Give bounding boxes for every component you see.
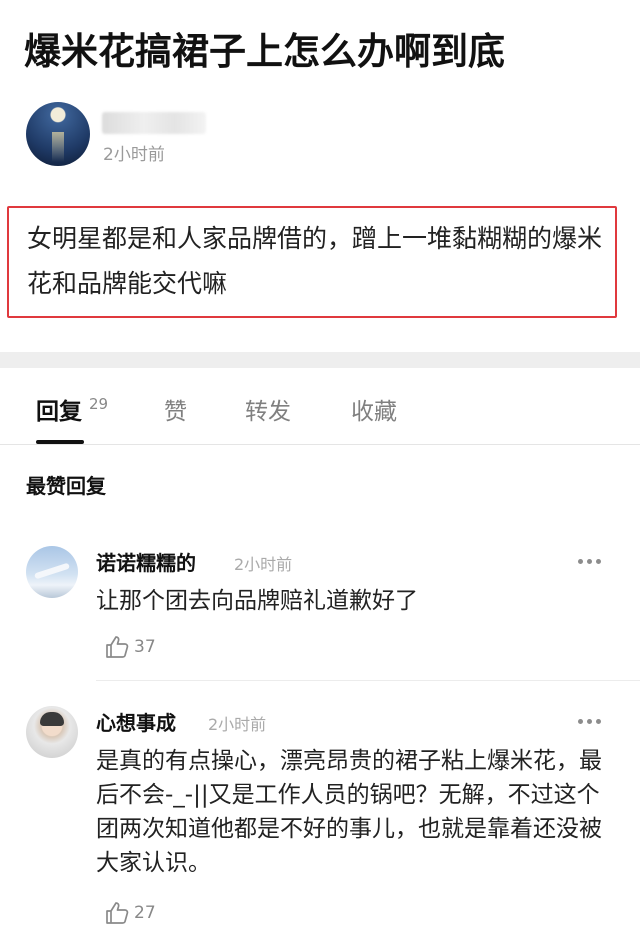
- thumbs-up-icon: [106, 902, 129, 924]
- like-count: 37: [134, 637, 156, 657]
- comment-time: 2小时前: [234, 555, 293, 574]
- thumbs-up-icon: [106, 636, 129, 658]
- section-divider: [0, 352, 640, 368]
- post-time: 2小时前: [103, 145, 165, 165]
- tab-reposts[interactable]: 转发: [245, 392, 291, 426]
- comment-separator: [96, 680, 640, 681]
- comment-avatar[interactable]: [26, 546, 78, 598]
- comment-text: 让那个团去向品牌赔礼道歉好了: [96, 588, 418, 614]
- comment-text: 是真的有点操心，漂亮昂贵的裙子粘上爆米花，最后不会-_-||又是工作人员的锅吧？…: [96, 748, 602, 876]
- post-title: 爆米花搞裙子上怎么办啊到底: [24, 30, 505, 73]
- tab-replies-count: 29: [89, 395, 109, 413]
- tab-bar: 回复 29 赞 转发 收藏: [0, 368, 640, 445]
- like-count: 27: [134, 903, 156, 923]
- author-name-blurred[interactable]: [102, 112, 206, 134]
- comment-time: 2小时前: [208, 715, 267, 734]
- comment-avatar[interactable]: [26, 706, 78, 758]
- post-body-text: 女明星都是和人家品牌借的，蹭上一堆黏糊糊的爆米花和品牌能交代嘛: [27, 224, 603, 298]
- comment-author-name[interactable]: 心想事成: [96, 707, 176, 736]
- post-body-highlight: 女明星都是和人家品牌借的，蹭上一堆黏糊糊的爆米花和品牌能交代嘛: [7, 206, 617, 318]
- tab-likes[interactable]: 赞: [164, 392, 187, 426]
- comment-author-name[interactable]: 诺诺糯糯的: [96, 547, 196, 576]
- active-tab-indicator: [36, 440, 84, 444]
- tab-replies[interactable]: 回复: [36, 392, 82, 426]
- author-avatar[interactable]: [26, 102, 90, 166]
- more-dots-icon[interactable]: [576, 716, 604, 726]
- more-dots-icon[interactable]: [576, 556, 604, 566]
- tab-favorites[interactable]: 收藏: [351, 392, 397, 426]
- section-label-top-replies: 最赞回复: [26, 474, 106, 498]
